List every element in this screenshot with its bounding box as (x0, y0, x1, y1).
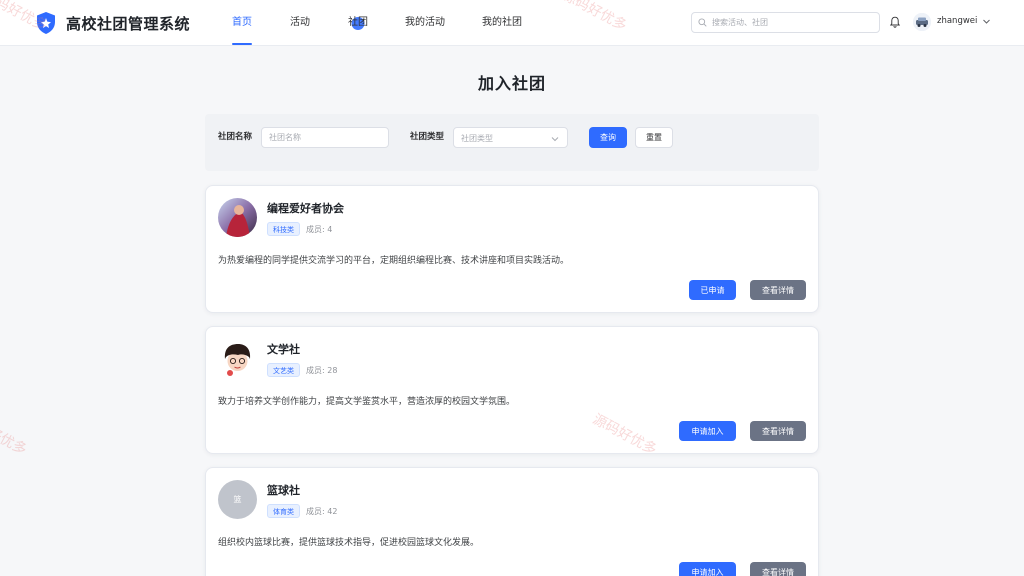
applied-button[interactable]: 已申请 (689, 280, 736, 300)
club-card: 编程爱好者协会 科技类 成员: 4 为热爱编程的同学提供交流学习的平台，定期组织… (205, 185, 819, 313)
global-search[interactable] (691, 12, 880, 33)
club-avatar (218, 198, 257, 237)
club-avatar-image (218, 339, 257, 378)
nav-item-my-clubs[interactable]: 我的社团 (472, 0, 532, 46)
club-avatar (218, 339, 257, 378)
chevron-down-icon[interactable] (982, 17, 991, 26)
nav-item-label: 首页 (232, 17, 252, 28)
club-type-tag: 科技类 (267, 222, 300, 236)
chevron-down-icon (551, 137, 559, 142)
username[interactable]: zhangwei (937, 16, 977, 26)
member-count: 成员: 42 (306, 507, 338, 516)
watermark: 源码好优多 (0, 411, 30, 459)
nav-item-my-activities[interactable]: 我的活动 (378, 0, 472, 46)
filter-panel: 社团名称 社团类型 社团类型 查询 重置 (205, 114, 819, 171)
apply-join-button[interactable]: 申请加入 (679, 421, 736, 441)
club-description: 为热爱编程的同学提供交流学习的平台，定期组织编程比赛、技术讲座和项目实践活动。 (218, 256, 570, 266)
club-name-label: 社团名称 (218, 132, 253, 142)
club-card: 文学社 文艺类 成员: 28 致力于培养文学创作能力，提高文学鉴赏水平，营造浓厚… (205, 326, 819, 454)
brand[interactable]: 高校社团管理系统 (36, 11, 190, 35)
member-count: 成员: 28 (306, 366, 338, 375)
club-type-tag: 体育类 (267, 504, 300, 518)
club-description: 组织校内篮球比赛，提供篮球技术指导，促进校园篮球文化发展。 (218, 538, 480, 548)
club-type-placeholder: 社团类型 (461, 134, 493, 143)
club-name[interactable]: 篮球社 (267, 482, 300, 498)
main-nav: 首页 活动 社团 我的活动 我的社团 (222, 0, 532, 46)
nav-item-label: 活动 (290, 17, 310, 28)
search-icon (698, 18, 707, 27)
club-name[interactable]: 文学社 (267, 341, 300, 357)
shield-star-icon (37, 12, 55, 34)
club-type-label: 社团类型 (410, 132, 445, 142)
apply-join-button[interactable]: 申请加入 (679, 562, 736, 576)
app-title: 高校社团管理系统 (66, 14, 191, 33)
view-details-button[interactable]: 查看详情 (750, 421, 806, 441)
query-button[interactable]: 查询 (589, 127, 627, 148)
club-card: 篮 篮球社 体育类 成员: 42 组织校内篮球比赛，提供篮球技术指导，促进校园篮… (205, 467, 819, 576)
nav-item-clubs[interactable]: 社团 (338, 0, 378, 46)
member-count: 成员: 4 (306, 225, 333, 234)
nav-item-activities[interactable]: 活动 (262, 0, 338, 46)
club-name-input[interactable] (261, 127, 389, 148)
reset-button[interactable]: 重置 (635, 127, 673, 148)
car-icon (913, 13, 931, 31)
club-avatar-image (218, 198, 257, 237)
club-avatar-text: 篮 (233, 495, 242, 504)
club-name[interactable]: 编程爱好者协会 (267, 200, 344, 216)
view-details-button[interactable]: 查看详情 (750, 562, 806, 576)
nav-item-label: 我的活动 (405, 17, 445, 28)
club-description: 致力于培养文学创作能力，提高文学鉴赏水平，营造浓厚的校园文学氛围。 (218, 397, 516, 407)
nav-item-label: 社团 (348, 17, 368, 28)
nav-item-home[interactable]: 首页 (222, 0, 262, 46)
top-navbar: 高校社团管理系统 首页 活动 社团 我的活动 我的社团 zhangwei (0, 0, 1024, 46)
club-type-tag: 文艺类 (267, 363, 300, 377)
page-title: 加入社团 (477, 74, 546, 93)
club-type-select[interactable]: 社团类型 (453, 127, 568, 148)
bell-icon[interactable] (889, 16, 901, 28)
nav-item-label: 我的社团 (482, 17, 522, 28)
club-avatar: 篮 (218, 480, 257, 519)
search-input[interactable] (712, 18, 872, 27)
user-avatar[interactable] (913, 13, 931, 31)
view-details-button[interactable]: 查看详情 (750, 280, 806, 300)
